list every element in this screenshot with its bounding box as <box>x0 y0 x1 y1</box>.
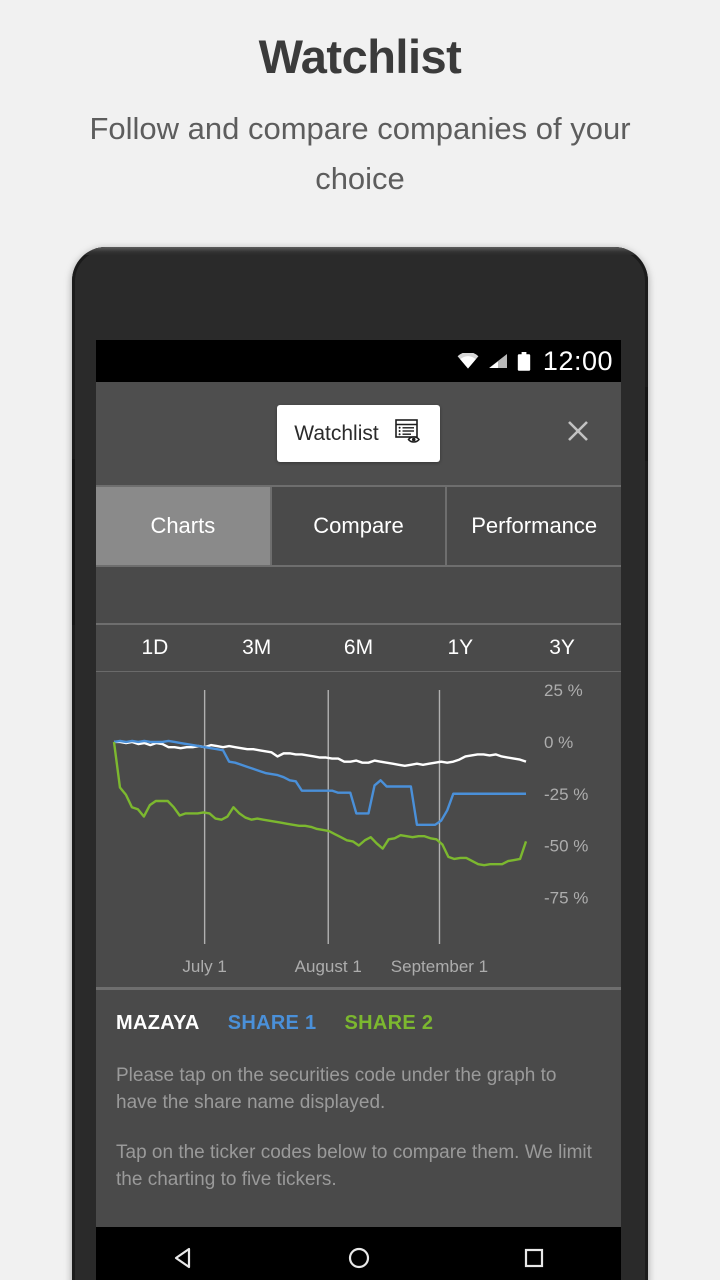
toolbar-spacer <box>96 567 621 625</box>
watchlist-document-eye-icon <box>393 416 423 451</box>
signal-icon <box>488 353 508 369</box>
tab-bar: Charts Compare Performance <box>96 485 621 567</box>
period-1d[interactable]: 1D <box>104 636 206 660</box>
legend-item[interactable]: MAZAYA <box>116 1012 200 1035</box>
tab-performance[interactable]: Performance <box>445 487 621 565</box>
chart-x-tick-label: August 1 <box>294 957 362 976</box>
chart-y-tick-label: -75 % <box>544 888 588 907</box>
info-paragraph-2: Tap on the ticker codes below to compare… <box>116 1142 592 1190</box>
page-subtitle: Follow and compare companies of your cho… <box>89 111 631 196</box>
volume-button[interactable] <box>72 459 75 625</box>
watchlist-chip-label: Watchlist <box>294 421 379 445</box>
close-icon <box>563 416 593 451</box>
legend-item[interactable]: SHARE 1 <box>228 1012 317 1035</box>
phone-top-edge <box>72 247 648 255</box>
chart-y-tick-label: 0 % <box>544 733 573 752</box>
chart-y-tick-label: -50 % <box>544 837 588 856</box>
chart-y-tick-label: -25 % <box>544 785 588 804</box>
chart-series-line <box>112 741 528 867</box>
chart-series-line <box>113 739 526 827</box>
period-3m[interactable]: 3M <box>206 636 308 660</box>
promo-page: Watchlist Follow and compare companies o… <box>0 0 720 1280</box>
chart-legend: MAZAYA SHARE 1 SHARE 2 <box>116 1004 601 1039</box>
period-6m[interactable]: 6M <box>308 636 410 660</box>
battery-icon <box>517 351 531 371</box>
tab-compare[interactable]: Compare <box>269 487 446 565</box>
watchlist-chip[interactable]: Watchlist <box>277 405 440 462</box>
status-clock: 12:00 <box>542 345 613 376</box>
chart-y-tick-label: 25 % <box>544 681 583 700</box>
android-nav-bar <box>96 1227 621 1280</box>
chart-series-line <box>114 740 527 768</box>
period-selector: 1D 3M 6M 1Y 3Y <box>96 625 621 672</box>
back-triangle-icon[interactable] <box>167 1241 201 1275</box>
chart-info-panel: MAZAYA SHARE 1 SHARE 2 Please tap on the s… <box>96 990 621 1227</box>
period-3y[interactable]: 3Y <box>511 636 613 660</box>
app-header: Watchlist <box>96 382 621 485</box>
page-title: Watchlist <box>258 30 462 83</box>
chart-canvas: 25 % 0 % -25 % -50 % -75 % <box>112 681 588 944</box>
wifi-icon <box>457 353 479 369</box>
status-bar: 12:00 <box>96 340 621 382</box>
phone-mockup: 12:00 Watchlist Charts Compare Performan… <box>72 247 648 1280</box>
price-chart[interactable]: 25 % 0 % -25 % -50 % -75 % July 1 August 1 Sep… <box>96 672 621 987</box>
power-button[interactable] <box>645 387 648 461</box>
period-1y[interactable]: 1Y <box>409 636 511 660</box>
tab-charts[interactable]: Charts <box>96 487 270 565</box>
chart-x-tick-label: July 1 <box>182 957 227 976</box>
phone-screen: 12:00 Watchlist Charts Compare Performan… <box>96 340 621 1227</box>
chart-x-tick-label: September 1 <box>390 957 489 976</box>
recents-square-icon[interactable] <box>517 1241 551 1275</box>
promo-header: Watchlist Follow and compare companies o… <box>0 0 720 203</box>
chart-x-axis-labels: July 1 August 1 September 1 <box>96 957 621 979</box>
close-button[interactable] <box>561 417 595 451</box>
home-circle-icon[interactable] <box>342 1241 376 1275</box>
legend-item[interactable]: SHARE 2 <box>344 1012 433 1035</box>
info-paragraph-1: Please tap on the securities code under … <box>116 1065 557 1113</box>
